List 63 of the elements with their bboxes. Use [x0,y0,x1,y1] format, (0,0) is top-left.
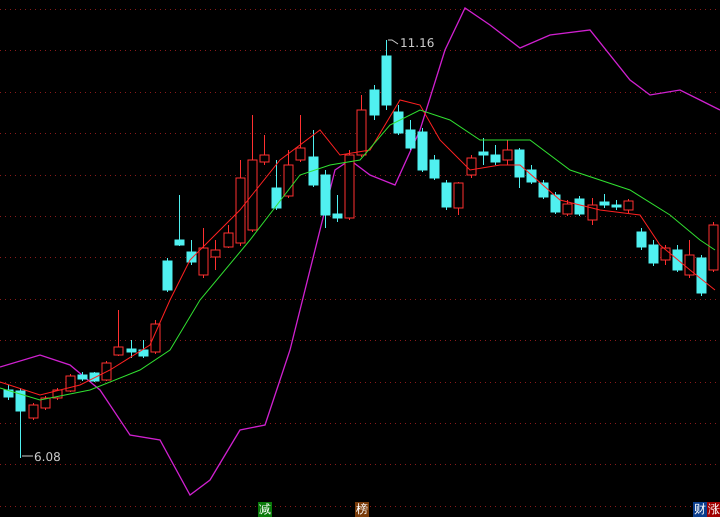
candlestick [636,228,646,250]
candlestick [90,372,100,382]
candlestick [126,340,136,358]
max-price-label: 11.16 [400,36,434,50]
candlestick [648,240,658,266]
event-marker[interactable]: 榜 [355,502,369,517]
candlestick [574,196,584,216]
candlestick [588,198,598,226]
candlestick [430,154,440,180]
candlestick [454,182,464,216]
candlestick [198,228,208,278]
candlestick [478,138,488,166]
candlestick [502,140,512,166]
candlestick [320,170,330,228]
candlestick [600,194,610,208]
candlestick [514,148,524,188]
candlestick [284,150,294,198]
candlestick [260,134,270,166]
candlestick [394,104,404,136]
candlestick [332,194,342,222]
event-marker[interactable]: 财 [693,502,707,517]
candlestick [612,200,622,210]
candlestick [162,258,172,292]
min-price-label: 6.08 [34,450,61,464]
candlestick [40,396,50,410]
candlestick [382,40,392,110]
candlestick [490,144,500,166]
event-marker[interactable]: 减 [258,502,272,517]
candlestick [406,120,416,150]
candlestick [308,130,318,188]
candlestick [344,150,354,220]
leader-line [388,40,398,44]
candlestick [418,128,428,172]
candlestick [102,360,112,382]
candlestick [624,198,634,214]
candlestick [210,240,220,270]
candlestick [660,244,670,266]
candlestick [562,200,572,216]
candlestick [16,388,26,458]
candlestick [114,310,124,356]
candlestick [526,164,536,184]
candlestick [550,192,560,214]
candlestick [442,180,452,210]
candlestick [150,320,160,354]
candlestick [28,402,38,420]
candlestick [66,374,76,392]
candlestick [538,180,548,200]
candlestick [4,384,14,400]
candlestick [370,84,380,120]
candlestick [78,372,88,382]
candlestick [52,388,62,400]
candlestick [684,240,694,278]
candlestick [186,240,196,266]
candlestick [272,160,282,210]
event-marker[interactable]: 涨 [707,502,720,517]
candlestick [174,194,184,246]
candlestick [224,224,234,248]
candlestick [296,114,306,162]
candlestick [356,94,366,158]
candlestick [138,340,148,358]
candlestick [672,244,682,272]
candlestick [696,254,706,296]
candlestick [466,154,476,178]
